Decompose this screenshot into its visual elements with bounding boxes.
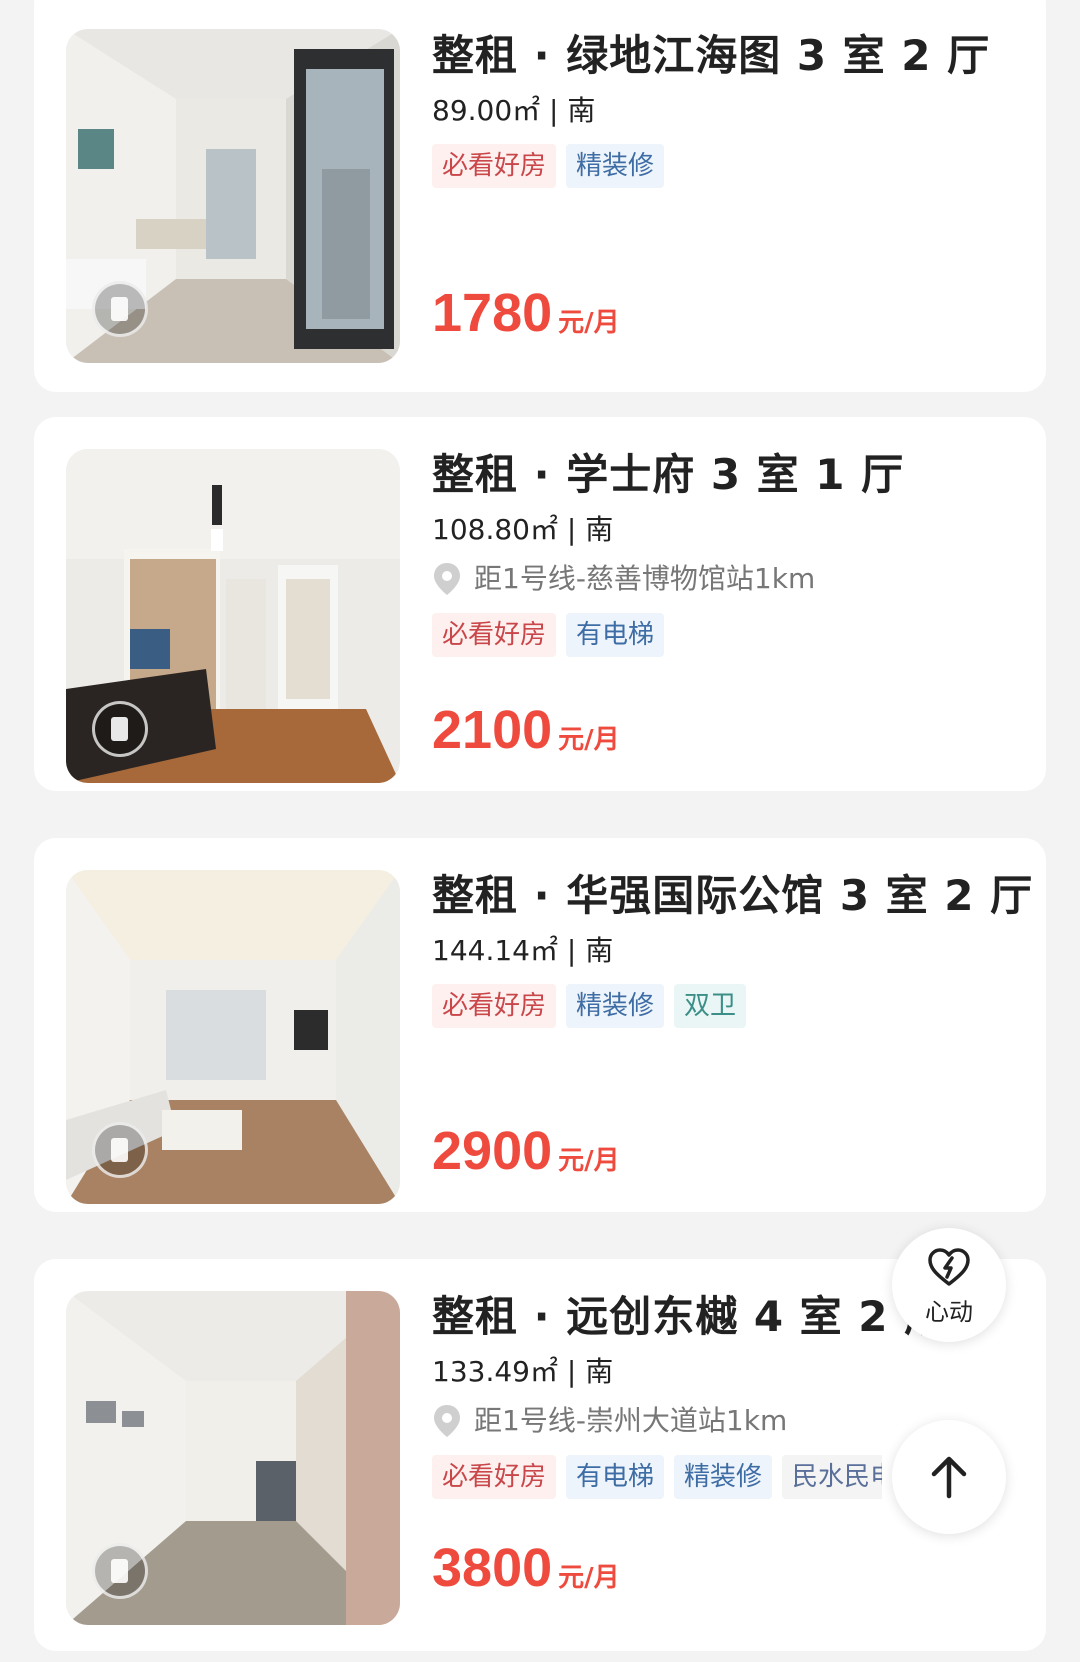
tag-civil-water-electricity: 民水民电 [782, 1455, 882, 1499]
listing-card[interactable]: 整租 · 华强国际公馆 3 室 2 厅 144.14㎡ | 南 必看好房 精装修双… [34, 838, 1046, 1212]
listing-price: 2900 元/月 [432, 1120, 620, 1182]
price-unit: 元/月 [558, 1563, 620, 1593]
listing-price: 3800 元/月 [432, 1537, 620, 1599]
tag-elevator: 有电梯 [566, 1455, 665, 1499]
listing-photo[interactable] [66, 29, 400, 363]
like-label: 心动 [925, 1298, 973, 1326]
heart-lightning-icon [928, 1248, 970, 1286]
listing-area-orientation: 133.49㎡ | 南 [432, 1355, 614, 1388]
tag-must-see: 必看好房 [432, 984, 557, 1028]
listing-tags: 必看好房 有电梯 [432, 613, 882, 657]
like-button[interactable]: 心动 [892, 1228, 1006, 1342]
listing-title[interactable]: 整租 · 绿地江海图 3 室 2 厅 [432, 30, 1002, 82]
listing-photo[interactable] [66, 449, 400, 783]
tag-must-see: 必看好房 [432, 613, 557, 657]
arrow-up-icon [931, 1456, 967, 1499]
location-pin-icon [434, 563, 460, 595]
tag-must-see: 必看好房 [432, 144, 557, 188]
tag-must-see: 必看好房 [432, 1455, 557, 1499]
listing-tags: 必看好房 精装修 双卫 [432, 984, 882, 1028]
scroll-to-top-button[interactable] [892, 1420, 1006, 1534]
location-text: 距1号线-慈善博物馆站1km [474, 562, 816, 595]
listing-area-orientation: 108.80㎡ | 南 [432, 513, 614, 546]
price-amount: 2900 [432, 1121, 553, 1181]
listing-card[interactable]: 整租 · 绿地江海图 3 室 2 厅 89.00㎡ | 南 必看好房 精装修 17… [34, 0, 1046, 392]
price-amount: 1780 [432, 283, 553, 343]
listing-area-orientation: 89.00㎡ | 南 [432, 94, 596, 127]
listing-info: 整租 · 学士府 3 室 1 厅 108.80㎡ | 南 距1号线-慈善博物馆站… [432, 449, 1002, 657]
vr-tour-icon[interactable] [92, 701, 148, 757]
listing-photo[interactable] [66, 1291, 400, 1625]
tag-fine-decoration: 精装修 [566, 144, 665, 188]
listing-area-orientation: 144.14㎡ | 南 [432, 934, 614, 967]
listing-price: 2100 元/月 [432, 699, 620, 761]
listing-location: 距1号线-慈善博物馆站1km [432, 561, 1002, 597]
listing-info: 整租 · 华强国际公馆 3 室 2 厅 144.14㎡ | 南 必看好房 精装修双… [432, 870, 1032, 1028]
listing-info: 整租 · 绿地江海图 3 室 2 厅 89.00㎡ | 南 必看好房 精装修 [432, 30, 1002, 188]
listing-tags: 必看好房 精装修 [432, 144, 882, 188]
listing-tags: 必看好房有电梯精装修民水民电 [432, 1455, 882, 1499]
vr-tour-icon[interactable] [92, 1543, 148, 1599]
listing-title[interactable]: 整租 · 学士府 3 室 1 厅 [432, 449, 1002, 501]
tag-double-bathroom: 双卫 [674, 984, 747, 1028]
listing-title[interactable]: 整租 · 华强国际公馆 3 室 2 厅 [432, 870, 1032, 922]
price-unit: 元/月 [558, 1146, 620, 1176]
price-amount: 3800 [432, 1538, 553, 1598]
tag-fine-decoration: 精装修 [566, 984, 665, 1028]
price-unit: 元/月 [558, 725, 620, 755]
location-pin-icon [434, 1405, 460, 1437]
listing-card[interactable]: 整租 · 学士府 3 室 1 厅 108.80㎡ | 南 距1号线-慈善博物馆站… [34, 417, 1046, 791]
tag-elevator: 有电梯 [566, 613, 665, 657]
tag-fine-decoration: 精装修 [674, 1455, 773, 1499]
price-amount: 2100 [432, 700, 553, 760]
listing-photo[interactable] [66, 870, 400, 1204]
price-unit: 元/月 [558, 308, 620, 338]
location-text: 距1号线-崇州大道站1km [474, 1404, 788, 1437]
listing-price: 1780 元/月 [432, 282, 620, 344]
vr-tour-icon[interactable] [92, 1122, 148, 1178]
vr-tour-icon[interactable] [92, 281, 148, 337]
